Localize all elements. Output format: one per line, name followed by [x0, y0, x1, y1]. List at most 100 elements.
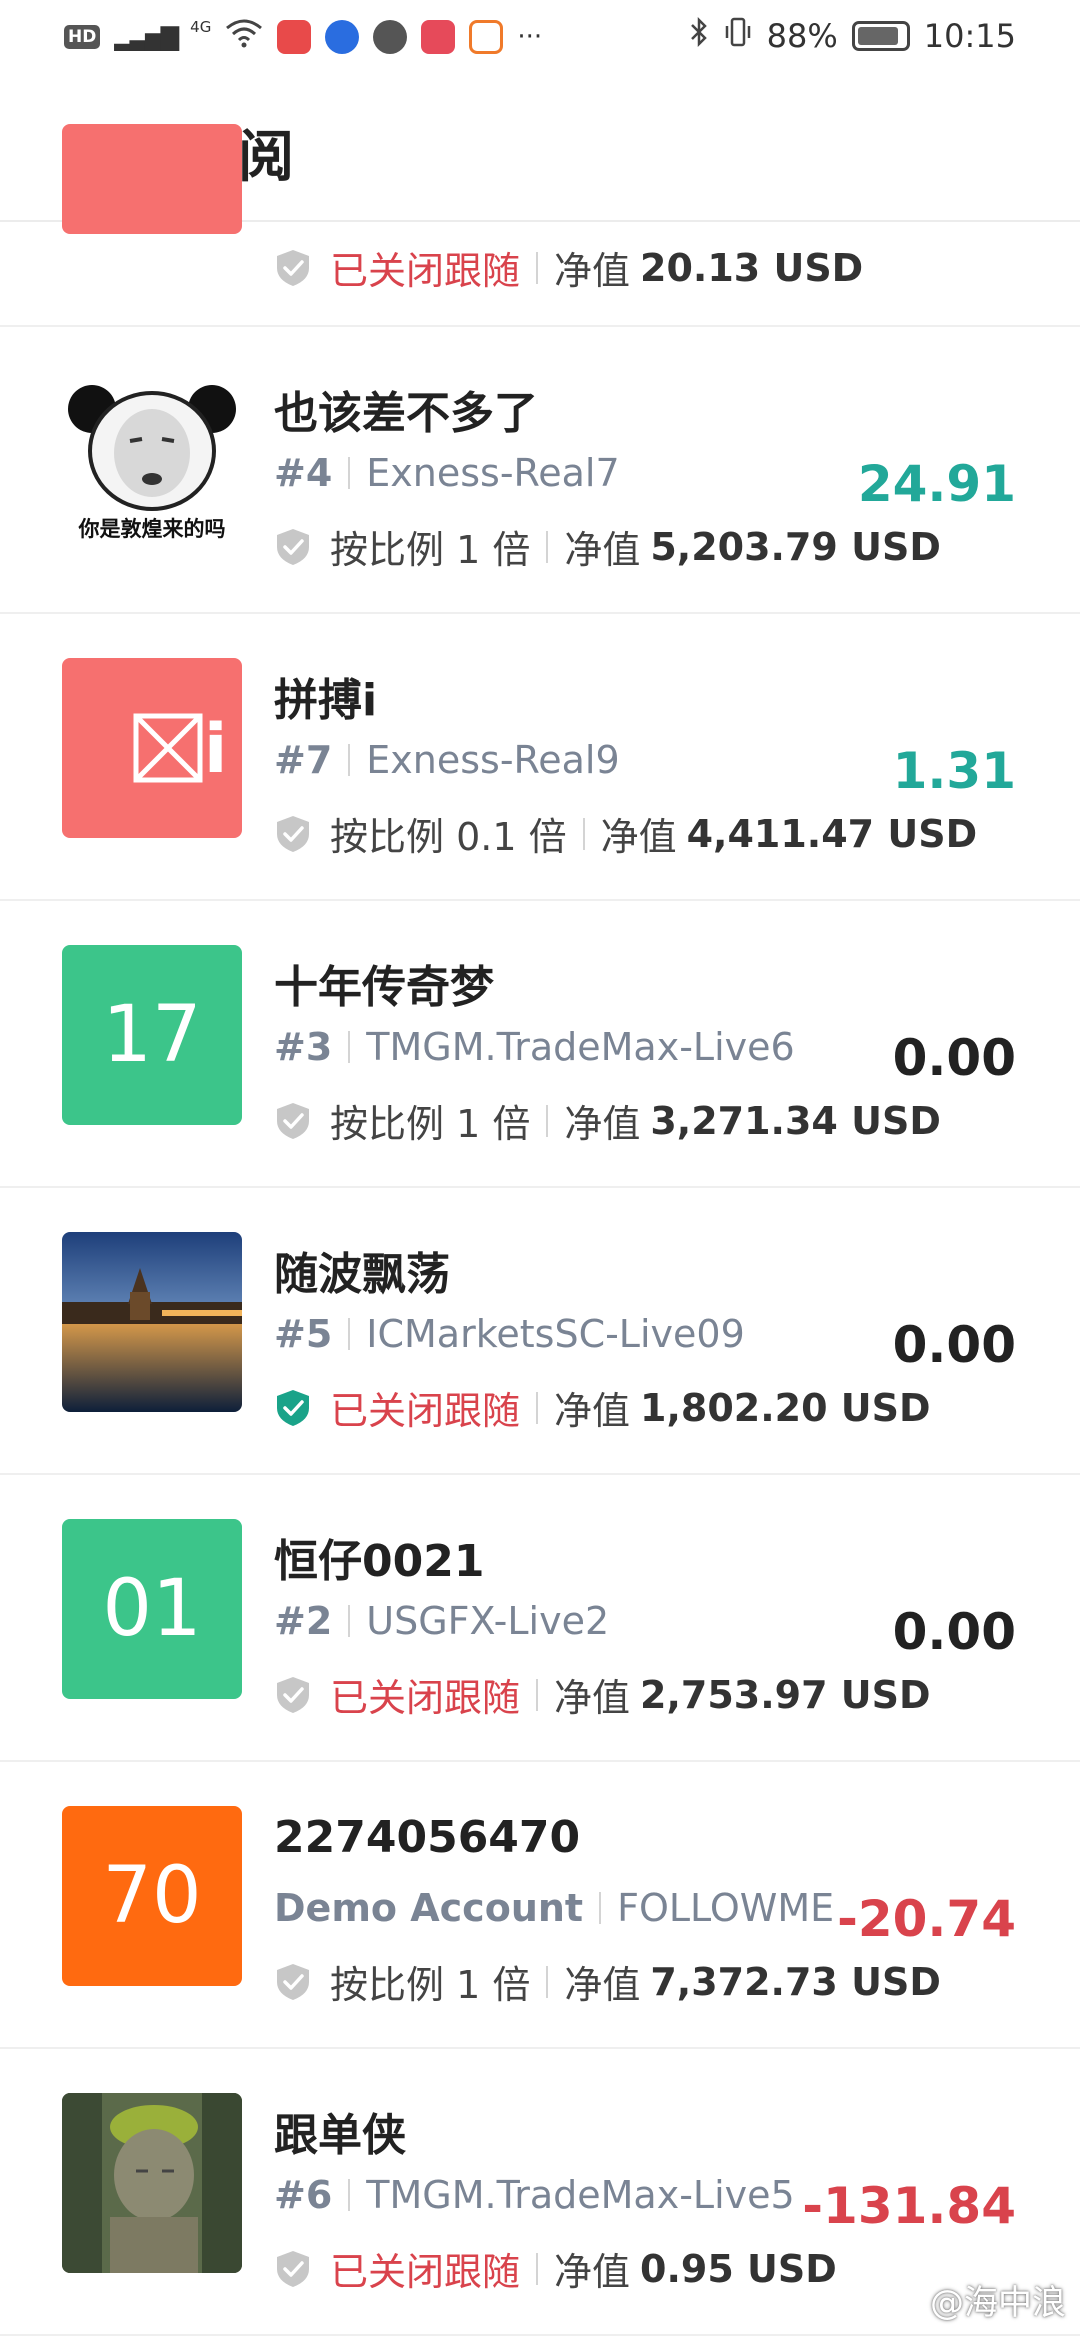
follow-status-row: 已关闭跟随 净值 1,802.20 USD: [274, 1380, 931, 1435]
follow-status: 按比例 1 倍: [330, 1102, 531, 1146]
trader-name: 十年传奇梦: [274, 962, 494, 1013]
avatar[interactable]: 17: [62, 945, 242, 1125]
avatar[interactable]: i: [62, 658, 242, 838]
status-bar-right: 88% 10:15: [689, 16, 1016, 56]
cup-app-icon: [469, 19, 504, 54]
profit-value: 0.00: [892, 1603, 1016, 1661]
divider: [546, 530, 549, 563]
equity-value: 4,411.47 USD: [686, 811, 978, 856]
broker-server: USGFX-Live2: [366, 1599, 610, 1643]
account-meta: #7 Exness-Real9: [274, 738, 620, 782]
avatar[interactable]: [62, 1232, 242, 1412]
trader-name: 随波飘荡: [274, 1249, 450, 1300]
divider: [536, 1678, 539, 1711]
avatar-text: 17: [102, 990, 202, 1080]
equity-label: 净值: [554, 1389, 631, 1433]
account-meta: #2 USGFX-Live2: [274, 1599, 609, 1643]
huawei-app-icon: [277, 19, 312, 54]
trader-name: 恒仔0021: [274, 1536, 485, 1587]
follow-status: 按比例 1 倍: [330, 528, 531, 572]
subscription-item[interactable]: 已关闭跟随 净值 20.13 USD: [0, 124, 1080, 327]
subscription-list: 已关闭跟随 净值 20.13 USD 你是敦煌来的吗 也该差不多了 #4 Exness-Re…: [0, 124, 1080, 2336]
divider: [348, 1605, 351, 1637]
trader-name: 也该差不多了: [274, 388, 538, 439]
avatar[interactable]: [62, 124, 242, 234]
shield-icon: [277, 1102, 309, 1139]
hd-badge: HD: [64, 24, 101, 49]
divider: [582, 817, 585, 850]
bulb-app-icon: [325, 19, 360, 54]
follow-status: 按比例 1 倍: [330, 1963, 531, 2007]
account-rank: #2: [274, 1599, 333, 1643]
subscription-item[interactable]: 跟单侠 #6 TMGM.TradeMax-Live5 -131.84 已关闭跟随 净值 0.…: [0, 2049, 1080, 2336]
divider: [348, 744, 351, 776]
broker-server: TMGM.TradeMax-Live6: [366, 1025, 795, 1069]
account-rank: #4: [274, 451, 333, 495]
battery-icon: [851, 21, 910, 51]
avatar-text: 70: [102, 1851, 202, 1941]
follow-status-row: 按比例 0.1 倍净值 4,411.47 USD: [274, 806, 977, 861]
more-notifications: ···: [517, 21, 543, 52]
shield-icon: [277, 528, 309, 565]
divider: [536, 2252, 539, 2285]
battery-percent: 88%: [766, 17, 838, 55]
follow-status-row: 已关闭跟随 净值 20.13 USD: [274, 240, 863, 295]
book-app-icon: [421, 19, 456, 54]
status-bar: HD ▂▃▅▇ 4G ··· 88% 10:15: [0, 0, 1080, 72]
equity-value: 0.95 USD: [640, 2246, 837, 2291]
bluetooth-icon: [689, 16, 709, 56]
subscription-item[interactable]: i 拼搏i #7 Exness-Real9 1.31 按比例 0.1 倍净值 4,411.4…: [0, 614, 1080, 901]
equity-value: 20.13 USD: [640, 245, 864, 290]
account-rank: Demo Account: [274, 1886, 584, 1930]
follow-status-row: 按比例 1 倍净值 3,271.34 USD: [274, 1093, 941, 1148]
avatar-caption: 你是敦煌来的吗: [78, 517, 226, 541]
equity-label: 净值: [554, 249, 631, 293]
broker-server: FOLLOWME: [617, 1886, 835, 1930]
subscription-item[interactable]: 随波飘荡 #5 ICMarketsSC-Live09 0.00 已关闭跟随 净值 1,802…: [0, 1188, 1080, 1475]
follow-status-row: 已关闭跟随 净值 2,753.97 USD: [274, 1667, 931, 1722]
broker-server: Exness-Real9: [366, 738, 620, 782]
equity-value: 1,802.20 USD: [640, 1385, 931, 1430]
account-meta: #4 Exness-Real7: [274, 451, 620, 495]
divider: [599, 1892, 602, 1924]
signal-icon: ▂▃▅▇: [114, 22, 179, 51]
equity-label: 净值: [564, 1963, 641, 2007]
broker-server: Exness-Real7: [366, 451, 620, 495]
equity-value: 2,753.97 USD: [640, 1672, 931, 1717]
avatar-text: 01: [102, 1564, 202, 1654]
broker-server: ICMarketsSC-Live09: [366, 1312, 745, 1356]
divider: [348, 2179, 351, 2211]
account-rank: #3: [274, 1025, 333, 1069]
wifi-icon: [225, 18, 263, 55]
profit-value: 0.00: [892, 1316, 1016, 1374]
subscription-item[interactable]: 70 2274056470 Demo Account FOLLOWME -20.74 按比…: [0, 1762, 1080, 2049]
subscription-item[interactable]: 01 恒仔0021 #2 USGFX-Live2 0.00 已关闭跟随 净值 2,753.97…: [0, 1475, 1080, 1762]
profit-value: 1.31: [892, 742, 1016, 800]
equity-label: 净值: [554, 1676, 631, 1720]
status-bar-left: HD ▂▃▅▇ 4G ···: [64, 18, 542, 55]
avatar[interactable]: 70: [62, 1806, 242, 1986]
profit-value: 24.91: [857, 455, 1016, 513]
trader-name: 拼搏i: [274, 675, 378, 726]
follow-status: 已关闭跟随: [330, 249, 521, 293]
subscription-item[interactable]: 你是敦煌来的吗 也该差不多了 #4 Exness-Real7 24.91 按比例 1 倍净…: [0, 327, 1080, 614]
vibrate-icon: [723, 16, 753, 56]
avatar[interactable]: [62, 2093, 242, 2273]
account-meta: #3 TMGM.TradeMax-Live6: [274, 1025, 795, 1069]
follow-status: 已关闭跟随: [330, 1389, 521, 1433]
avatar[interactable]: 01: [62, 1519, 242, 1699]
subscription-item[interactable]: 17 十年传奇梦 #3 TMGM.TradeMax-Live6 0.00 按比例 1 倍净…: [0, 901, 1080, 1188]
avatar[interactable]: 你是敦煌来的吗: [62, 371, 242, 551]
divider: [348, 1318, 351, 1350]
equity-label: 净值: [554, 2250, 631, 2294]
equity-label: 净值: [564, 1102, 641, 1146]
equity-value: 5,203.79 USD: [650, 524, 941, 569]
globe-app-icon: [373, 19, 408, 54]
equity-label: 净值: [564, 528, 641, 572]
account-rank: #6: [274, 2173, 333, 2217]
account-rank: #7: [274, 738, 333, 782]
profit-value: 0.00: [892, 1029, 1016, 1087]
shield-icon: [277, 2250, 309, 2287]
divider: [546, 1104, 549, 1137]
follow-status-row: 按比例 1 倍净值 7,372.73 USD: [274, 1954, 941, 2009]
